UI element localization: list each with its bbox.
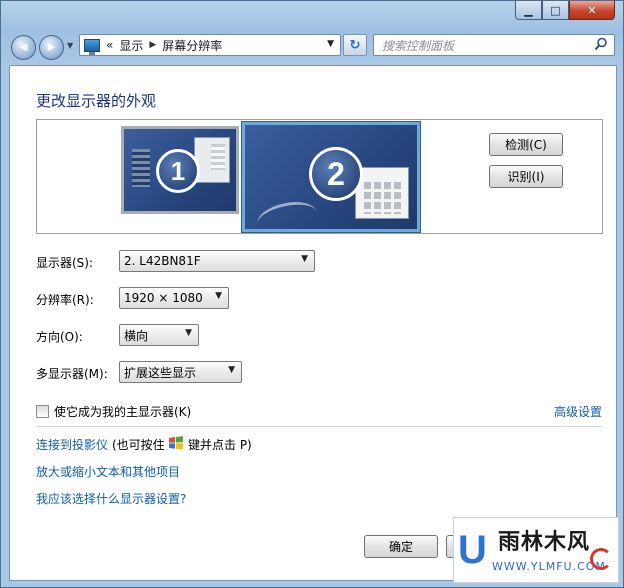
close-icon: ✕ bbox=[587, 3, 597, 17]
minimize-button[interactable]: ▁ bbox=[515, 1, 542, 20]
detect-button[interactable]: 检测(C) bbox=[489, 133, 563, 156]
back-arrow-icon: ◀ bbox=[19, 42, 28, 53]
orientation-select-value: 横向 bbox=[124, 328, 149, 343]
resolution-select-value: 1920 × 1080 bbox=[124, 291, 203, 305]
make-main-display-checkbox[interactable] bbox=[36, 405, 49, 418]
back-button[interactable]: ◀ bbox=[11, 35, 36, 60]
forward-button[interactable]: ▶ bbox=[39, 35, 64, 60]
orientation-select[interactable]: 横向 ▼ bbox=[119, 324, 199, 346]
resolution-select[interactable]: 1920 × 1080 ▼ bbox=[119, 287, 229, 309]
multi-display-select[interactable]: 扩展这些显示 ▼ bbox=[119, 361, 242, 383]
monitor-2-number: 2 bbox=[309, 147, 363, 201]
breadcrumb-separator-icon[interactable]: ▶ bbox=[149, 40, 156, 50]
refresh-icon: ↻ bbox=[349, 37, 361, 53]
projector-hint-prefix: (也可按住 bbox=[112, 438, 165, 452]
control-panel-icon bbox=[84, 38, 100, 55]
chevron-down-icon: ▼ bbox=[215, 291, 222, 301]
monitor-2-window-icon bbox=[355, 167, 409, 219]
chevron-down-icon: ▼ bbox=[185, 328, 192, 338]
text-size-link[interactable]: 放大或缩小文本和其他项目 bbox=[36, 463, 180, 480]
monitor-2-thumbnail[interactable]: 2 bbox=[242, 122, 420, 239]
forward-arrow-icon: ▶ bbox=[47, 42, 56, 53]
projector-hint-suffix: 键并点击 P) bbox=[188, 438, 252, 452]
which-settings-link[interactable]: 我应该选择什么显示器设置? bbox=[36, 490, 186, 507]
watermark-url: WWW.YLMFU.COM bbox=[492, 560, 606, 573]
resolution-label: 分辨率(R): bbox=[36, 293, 94, 307]
monitor-2-wallpaper-swoosh bbox=[254, 197, 320, 239]
search-input[interactable]: 搜索控制面板 bbox=[373, 34, 615, 56]
maximize-button[interactable]: □ bbox=[542, 1, 569, 20]
ok-button[interactable]: 确定 bbox=[364, 535, 438, 558]
close-button[interactable]: ✕ bbox=[569, 1, 615, 20]
divider bbox=[36, 426, 602, 427]
display-label: 显示器(S): bbox=[36, 256, 94, 270]
breadcrumb-screen-resolution[interactable]: 屏幕分辨率 bbox=[162, 37, 222, 54]
chevron-down-icon: ▼ bbox=[228, 365, 235, 375]
watermark-title: 雨林木风 bbox=[498, 530, 591, 555]
page-title: 更改显示器的外观 bbox=[36, 92, 157, 110]
maximize-icon: □ bbox=[550, 3, 561, 17]
watermark-u-letter: U bbox=[458, 528, 487, 572]
monitor-1-thumbnail[interactable]: 1 bbox=[121, 126, 239, 214]
monitor-1-taskbar bbox=[132, 149, 150, 187]
orientation-label: 方向(O): bbox=[36, 330, 83, 344]
display-select[interactable]: 2. L42BN81F ▼ bbox=[119, 250, 315, 272]
connect-projector-link[interactable]: 连接到投影仪 bbox=[36, 436, 108, 453]
multi-display-label: 多显示器(M): bbox=[36, 367, 108, 381]
monitor-1-number: 1 bbox=[156, 149, 200, 193]
content-panel: 更改显示器的外观 1 2 检测(C) 识别(I) 显示器(S): 2. L42B… bbox=[9, 65, 617, 581]
windows-logo-icon bbox=[169, 436, 183, 450]
search-placeholder: 搜索控制面板 bbox=[382, 38, 455, 53]
watermark-logo: U 雨林木风 WWW.YLMFU.COM bbox=[453, 517, 619, 583]
watermark-swirl-icon bbox=[590, 548, 612, 570]
breadcrumb-display[interactable]: 显示 bbox=[119, 37, 143, 54]
make-main-display-label[interactable]: 使它成为我的主显示器(K) bbox=[54, 403, 191, 420]
search-icon[interactable] bbox=[594, 37, 608, 51]
recent-pages-dropdown[interactable]: ▼ bbox=[67, 41, 73, 50]
advanced-settings-link[interactable]: 高级设置 bbox=[554, 403, 602, 420]
refresh-button[interactable]: ↻ bbox=[343, 34, 367, 56]
display-select-value: 2. L42BN81F bbox=[124, 254, 201, 268]
window: ▁ □ ✕ ◀ ▶ ▼ « 显示 ▶ 屏幕分辨率 ▼ ↻ 搜索控制面板 更改显示… bbox=[0, 0, 624, 588]
minimize-icon: ▁ bbox=[524, 3, 533, 17]
identify-button[interactable]: 识别(I) bbox=[489, 165, 563, 188]
caption-buttons: ▁ □ ✕ bbox=[515, 1, 615, 21]
address-dropdown-icon[interactable]: ▼ bbox=[327, 39, 334, 49]
address-overflow-chevron[interactable]: « bbox=[106, 38, 113, 52]
address-bar[interactable]: « 显示 ▶ 屏幕分辨率 ▼ bbox=[79, 34, 341, 56]
chevron-down-icon: ▼ bbox=[301, 254, 308, 264]
multi-display-select-value: 扩展这些显示 bbox=[124, 365, 197, 380]
